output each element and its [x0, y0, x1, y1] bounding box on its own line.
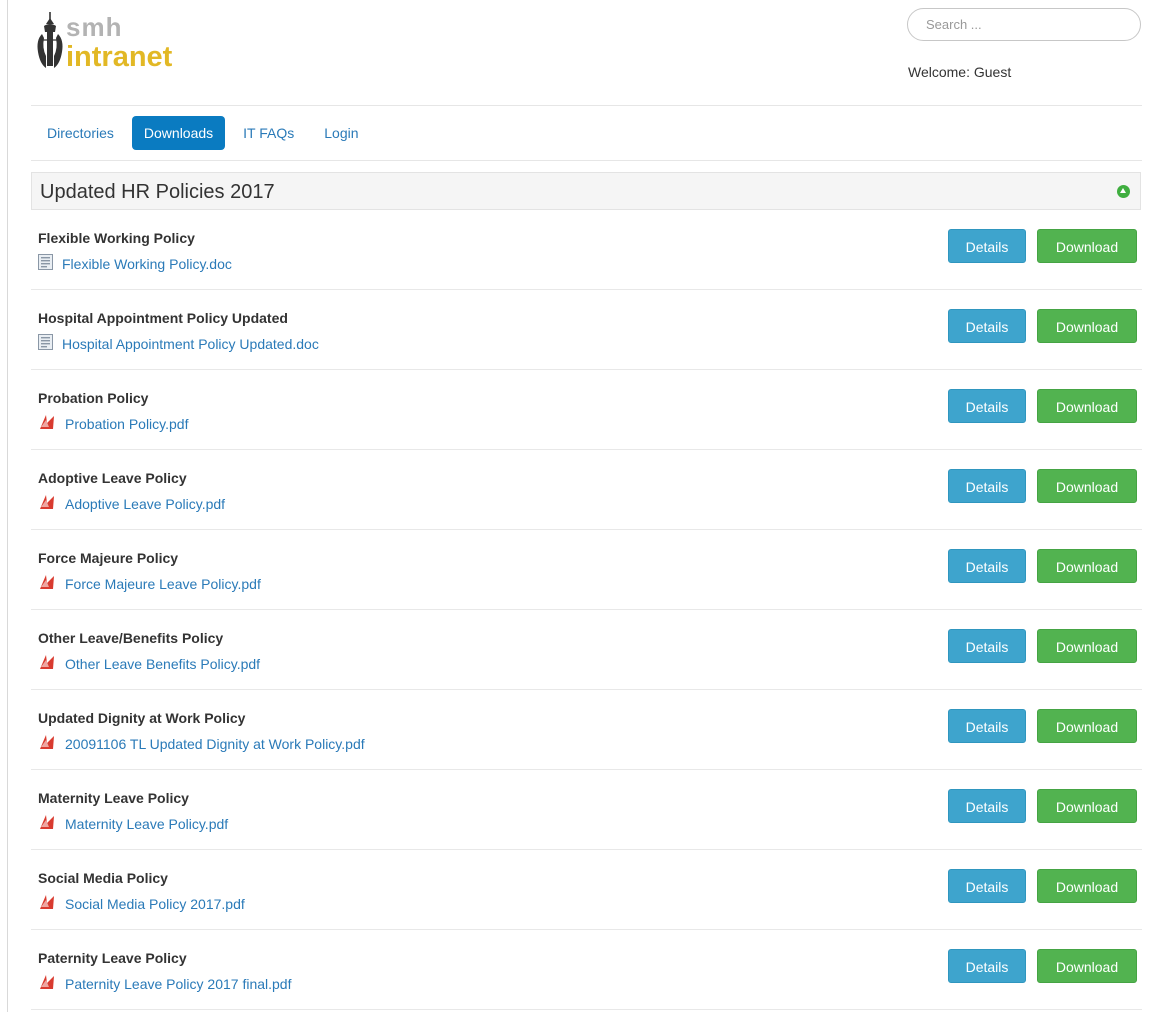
download-item: Hospital Appointment Policy Updated Hospi…: [31, 290, 1142, 370]
details-button[interactable]: Details: [948, 309, 1026, 343]
download-item: Paternity Leave Policy Paternity Leave Po…: [31, 930, 1142, 1010]
details-button[interactable]: Details: [948, 389, 1026, 423]
download-item: Updated Dignity at Work Policy 20091106 T…: [31, 690, 1142, 770]
item-title: Other Leave/Benefits Policy: [38, 630, 224, 646]
item-title: Probation Policy: [38, 390, 149, 406]
download-item: Probation Policy Probation Policy.pdf Deta…: [31, 370, 1142, 450]
main-nav: Directories Downloads IT FAQs Login: [35, 116, 371, 150]
pdf-icon: [38, 413, 56, 436]
file-link[interactable]: Paternity Leave Policy 2017 final.pdf: [65, 976, 291, 992]
details-button[interactable]: Details: [948, 229, 1026, 263]
item-title: Maternity Leave Policy: [38, 790, 189, 806]
item-title: Flexible Working Policy: [38, 230, 195, 246]
search-input[interactable]: [908, 9, 1126, 40]
nav-directories[interactable]: Directories: [35, 116, 126, 150]
file-link[interactable]: 20091106 TL Updated Dignity at Work Poli…: [65, 736, 365, 752]
left-border: [7, 0, 8, 1012]
item-title: Paternity Leave Policy: [38, 950, 187, 966]
nav-downloads[interactable]: Downloads: [131, 116, 226, 150]
details-button[interactable]: Details: [948, 469, 1026, 503]
download-button[interactable]: Download: [1037, 629, 1137, 663]
item-file: Force Majeure Leave Policy.pdf: [38, 574, 261, 594]
category-panel-heading[interactable]: Updated HR Policies 2017: [31, 172, 1141, 210]
download-item: Force Majeure Policy Force Majeure Leave …: [31, 530, 1142, 610]
details-button[interactable]: Details: [948, 789, 1026, 823]
doc-icon: [38, 253, 53, 275]
download-button[interactable]: Download: [1037, 709, 1137, 743]
download-item: Maternity Leave Policy Maternity Leave Po…: [31, 770, 1142, 850]
pdf-icon: [38, 973, 56, 996]
item-title: Social Media Policy: [38, 870, 168, 886]
download-button[interactable]: Download: [1037, 469, 1137, 503]
pdf-icon: [38, 733, 56, 756]
file-link[interactable]: Flexible Working Policy.doc: [62, 256, 232, 272]
pdf-icon: [38, 493, 56, 516]
pdf-icon: [38, 893, 56, 916]
details-button[interactable]: Details: [948, 869, 1026, 903]
item-title: Hospital Appointment Policy Updated: [38, 310, 288, 326]
download-item: Flexible Working Policy Flexible Working …: [31, 210, 1142, 290]
file-link[interactable]: Force Majeure Leave Policy.pdf: [65, 576, 261, 592]
file-link[interactable]: Other Leave Benefits Policy.pdf: [65, 656, 260, 672]
download-button[interactable]: Download: [1037, 389, 1137, 423]
download-item: Social Media Policy Social Media Policy 2…: [31, 850, 1142, 930]
file-link[interactable]: Maternity Leave Policy.pdf: [65, 816, 228, 832]
details-button[interactable]: Details: [948, 549, 1026, 583]
download-button[interactable]: Download: [1037, 789, 1137, 823]
download-button[interactable]: Download: [1037, 949, 1137, 983]
download-button[interactable]: Download: [1037, 869, 1137, 903]
item-file: Maternity Leave Policy.pdf: [38, 814, 228, 834]
file-link[interactable]: Probation Policy.pdf: [65, 416, 188, 432]
details-button[interactable]: Details: [948, 629, 1026, 663]
details-button[interactable]: Details: [948, 949, 1026, 983]
nav-it-faqs[interactable]: IT FAQs: [231, 116, 306, 150]
item-file: Hospital Appointment Policy Updated.doc: [38, 333, 319, 355]
pdf-icon: [38, 573, 56, 596]
item-file: Adoptive Leave Policy.pdf: [38, 494, 225, 514]
doc-icon: [38, 333, 53, 355]
file-link[interactable]: Social Media Policy 2017.pdf: [65, 896, 245, 912]
welcome-text: Welcome: Guest: [908, 64, 1012, 80]
item-title: Force Majeure Policy: [38, 550, 179, 566]
item-file: Social Media Policy 2017.pdf: [38, 894, 245, 914]
download-item: Adoptive Leave Policy Adoptive Leave Poli…: [31, 450, 1142, 530]
file-link[interactable]: Hospital Appointment Policy Updated.doc: [62, 336, 319, 352]
nav-login[interactable]: Login: [312, 116, 370, 150]
brand-smh: smh: [66, 12, 123, 42]
download-item: Other Leave/Benefits Policy Other Leave B…: [31, 610, 1142, 690]
pdf-icon: [38, 813, 56, 836]
item-title: Adoptive Leave Policy: [38, 470, 187, 486]
nav-divider: [31, 160, 1142, 161]
site-logo[interactable]: smh intranet: [30, 8, 208, 74]
download-button[interactable]: Download: [1037, 549, 1137, 583]
download-button[interactable]: Download: [1037, 309, 1137, 343]
category-title: Updated HR Policies 2017: [40, 181, 275, 203]
download-button[interactable]: Download: [1037, 229, 1137, 263]
item-title: Updated Dignity at Work Policy: [38, 710, 246, 726]
spire-logo-icon: [37, 12, 63, 68]
file-link[interactable]: Adoptive Leave Policy.pdf: [65, 496, 225, 512]
search-box[interactable]: [907, 8, 1141, 41]
brand-intranet: intranet: [66, 41, 173, 73]
item-file: Paternity Leave Policy 2017 final.pdf: [38, 974, 291, 994]
collapse-up-icon[interactable]: [1117, 185, 1130, 198]
header-divider: [31, 105, 1142, 106]
item-file: Probation Policy.pdf: [38, 414, 188, 434]
download-list: Flexible Working Policy Flexible Working …: [31, 210, 1142, 1010]
details-button[interactable]: Details: [948, 709, 1026, 743]
item-file: Flexible Working Policy.doc: [38, 253, 232, 275]
item-file: 20091106 TL Updated Dignity at Work Poli…: [38, 734, 365, 754]
item-file: Other Leave Benefits Policy.pdf: [38, 654, 260, 674]
pdf-icon: [38, 653, 56, 676]
